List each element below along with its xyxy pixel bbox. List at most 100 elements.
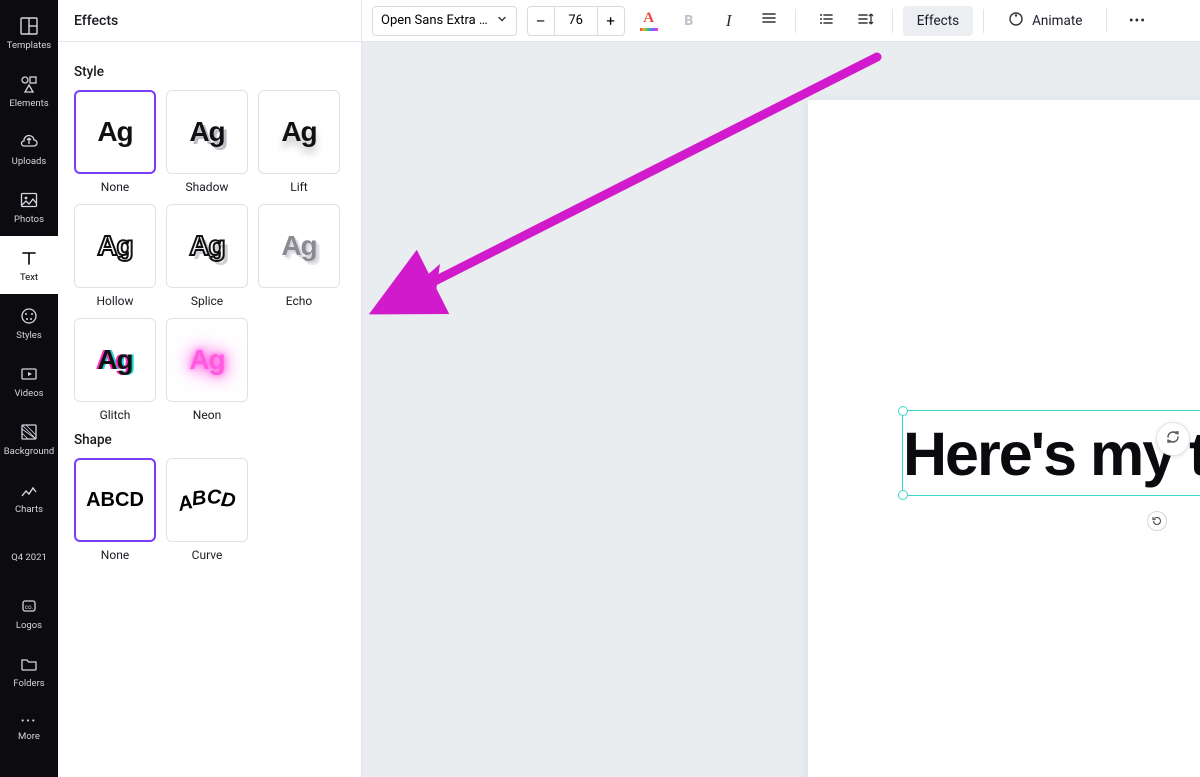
tile-label: Neon xyxy=(193,408,221,422)
selected-text-box[interactable]: Here's my title xyxy=(902,410,1200,496)
font-name: Open Sans Extra … xyxy=(381,13,488,28)
rail-label: Templates xyxy=(7,40,51,51)
effects-panel: Effects Style Ag None Ag Shadow Ag Lift … xyxy=(58,0,362,777)
rail-item-photos[interactable]: Photos xyxy=(0,178,58,236)
style-tile-none[interactable]: Ag xyxy=(74,90,156,174)
font-family-select[interactable]: Open Sans Extra … xyxy=(372,6,517,36)
tile-label: Hollow xyxy=(96,294,133,308)
font-size-group: – 76 + xyxy=(527,6,625,36)
spacing-button[interactable] xyxy=(850,6,882,36)
logos-icon: co. xyxy=(19,596,39,616)
rail-item-videos[interactable]: Videos xyxy=(0,352,58,410)
rail-item-elements[interactable]: Elements xyxy=(0,62,58,120)
left-nav-rail: Templates Elements Uploads Photos Text S… xyxy=(0,0,58,777)
uploads-icon xyxy=(19,132,39,152)
animate-icon xyxy=(1008,11,1024,31)
svg-text:co.: co. xyxy=(25,604,34,611)
text-color-icon: A xyxy=(640,11,658,31)
rotate-handle[interactable] xyxy=(1147,511,1167,531)
tile-label: None xyxy=(101,548,129,562)
rail-label: Styles xyxy=(16,330,42,341)
rail-label: Background xyxy=(4,446,55,457)
videos-icon xyxy=(19,364,39,384)
toolbar-separator xyxy=(983,9,984,33)
style-tile-hollow[interactable]: Ag xyxy=(74,204,156,288)
panel-title: Effects xyxy=(58,0,361,42)
shape-tile-none[interactable]: ABCD xyxy=(74,458,156,542)
style-heading: Style xyxy=(74,64,345,80)
rail-item-q4-2021[interactable]: Q4 2021 xyxy=(0,526,58,584)
templates-icon xyxy=(19,16,39,36)
rail-label: Folders xyxy=(13,678,44,689)
tile-label: Curve xyxy=(192,548,223,562)
italic-button[interactable]: I xyxy=(713,6,745,36)
list-button[interactable] xyxy=(810,6,842,36)
regenerate-button[interactable] xyxy=(1156,422,1190,456)
rail-label: Elements xyxy=(9,98,48,109)
rail-label: Uploads xyxy=(12,156,47,167)
chevron-down-icon xyxy=(496,13,508,29)
font-size-increase[interactable]: + xyxy=(597,6,625,36)
tile-label: Lift xyxy=(290,180,307,194)
rail-item-uploads[interactable]: Uploads xyxy=(0,120,58,178)
text-align-button[interactable] xyxy=(753,6,785,36)
rail-item-styles[interactable]: Styles xyxy=(0,294,58,352)
resize-handle-bl[interactable] xyxy=(898,490,908,500)
rail-label: Charts xyxy=(15,504,43,515)
font-size-decrease[interactable]: – xyxy=(527,6,555,36)
curve-sample: ABCD xyxy=(177,487,236,514)
rail-label: Q4 2021 xyxy=(11,552,47,563)
text-color-button[interactable]: A xyxy=(633,6,665,36)
photos-icon xyxy=(19,190,39,210)
font-size-input[interactable]: 76 xyxy=(555,6,597,36)
rail-label: More xyxy=(18,731,40,742)
rail-item-more[interactable]: ••• More xyxy=(0,700,58,758)
rail-label: Text xyxy=(20,272,38,283)
charts-icon xyxy=(19,480,39,500)
rail-item-text[interactable]: Text xyxy=(0,236,58,294)
tile-label: Shadow xyxy=(186,180,229,194)
toolbar-separator xyxy=(795,9,796,33)
more-options-button[interactable]: ••• xyxy=(1121,6,1153,36)
animate-button[interactable]: Animate xyxy=(994,6,1096,36)
text-toolbar: Open Sans Extra … – 76 + A B I xyxy=(362,0,1200,42)
background-icon xyxy=(19,422,39,442)
tile-label: Glitch xyxy=(100,408,131,422)
resize-handle-tl[interactable] xyxy=(898,406,908,416)
rail-item-templates[interactable]: Templates xyxy=(0,4,58,62)
effects-button[interactable]: Effects xyxy=(903,6,973,36)
tile-label: Splice xyxy=(191,294,223,308)
style-tile-echo[interactable]: Ag xyxy=(258,204,340,288)
bold-button[interactable]: B xyxy=(673,6,705,36)
refresh-icon xyxy=(1165,429,1181,449)
text-icon xyxy=(19,248,39,268)
title-text[interactable]: Here's my title xyxy=(903,411,1200,497)
style-tile-glitch[interactable]: Ag xyxy=(74,318,156,402)
main-area: Open Sans Extra … – 76 + A B I xyxy=(362,0,1200,777)
canvas[interactable]: Here's my title xyxy=(362,42,1200,777)
list-icon xyxy=(818,11,834,31)
rail-label: Videos xyxy=(14,388,43,399)
shape-tile-curve[interactable]: ABCD xyxy=(166,458,248,542)
toolbar-separator xyxy=(1106,9,1107,33)
rail-item-background[interactable]: Background xyxy=(0,410,58,468)
style-tile-splice[interactable]: Ag xyxy=(166,204,248,288)
rail-item-logos[interactable]: co. Logos xyxy=(0,584,58,642)
rail-item-folders[interactable]: Folders xyxy=(0,642,58,700)
tile-label: Echo xyxy=(286,294,312,308)
style-tile-lift[interactable]: Ag xyxy=(258,90,340,174)
rail-label: Logos xyxy=(16,620,42,631)
folders-icon xyxy=(19,654,39,674)
spacing-icon xyxy=(857,11,875,31)
rail-item-charts[interactable]: Charts xyxy=(0,468,58,526)
toolbar-separator xyxy=(892,9,893,33)
elements-icon xyxy=(19,74,39,94)
styles-icon xyxy=(19,306,39,326)
align-icon xyxy=(761,11,777,31)
shape-heading: Shape xyxy=(74,432,345,448)
tile-label: None xyxy=(101,180,129,194)
style-tile-shadow[interactable]: Ag xyxy=(166,90,248,174)
style-tile-neon[interactable]: Ag xyxy=(166,318,248,402)
design-page[interactable]: Here's my title xyxy=(808,100,1200,777)
more-icon: ••• xyxy=(21,716,37,727)
